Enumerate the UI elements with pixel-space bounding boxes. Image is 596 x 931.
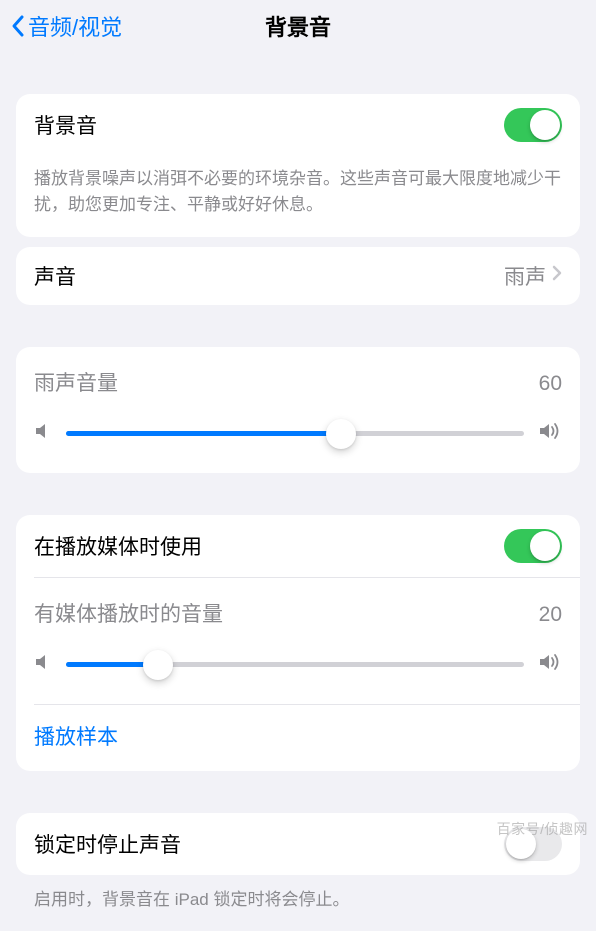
background-sound-row: 背景音 (16, 94, 580, 156)
media-volume-value: 20 (539, 603, 562, 627)
sound-value: 雨声 (504, 261, 546, 291)
play-sample-row[interactable]: 播放样本 (16, 705, 580, 771)
chevron-right-icon (552, 265, 562, 286)
background-sound-toggle[interactable] (504, 108, 562, 142)
background-sound-group: 背景音 播放背景噪声以消弭不必要的环境杂音。这些声音可最大限度地减少干扰，助您更… (16, 94, 580, 237)
lock-stop-group: 锁定时停止声音 (16, 813, 580, 875)
back-label: 音频/视觉 (28, 10, 122, 42)
rain-volume-slider[interactable] (66, 419, 524, 449)
lock-stop-description: 启用时，背景音在 iPad 锁定时将会停止。 (16, 875, 580, 931)
use-with-media-row: 在播放媒体时使用 (16, 515, 580, 577)
navigation-bar: 音频/视觉 背景音 (0, 0, 596, 52)
lock-stop-label: 锁定时停止声音 (34, 829, 181, 859)
sound-label: 声音 (34, 261, 76, 291)
use-with-media-label: 在播放媒体时使用 (34, 531, 202, 561)
rain-volume-value: 60 (539, 372, 562, 396)
media-volume-label: 有媒体播放时的音量 (34, 598, 223, 628)
volume-high-icon (538, 421, 562, 446)
use-with-media-toggle[interactable] (504, 529, 562, 563)
rain-volume-group: 雨声音量 60 (16, 347, 580, 473)
rain-volume-label: 雨声音量 (34, 367, 118, 397)
background-sound-description: 播放背景噪声以消弭不必要的环境杂音。这些声音可最大限度地减少干扰，助您更加专注、… (16, 156, 580, 237)
back-button[interactable]: 音频/视觉 (10, 10, 122, 42)
chevron-left-icon (10, 14, 26, 38)
lock-stop-row: 锁定时停止声音 (16, 813, 580, 875)
background-sound-label: 背景音 (34, 110, 97, 140)
sound-selection-group: 声音 雨声 (16, 247, 580, 305)
volume-high-icon (538, 652, 562, 677)
watermark: 百家号/侦趣网 (497, 819, 588, 839)
page-title: 背景音 (265, 10, 331, 42)
sound-row[interactable]: 声音 雨声 (16, 247, 580, 305)
play-sample-link: 播放样本 (34, 726, 118, 749)
volume-low-icon (34, 652, 52, 677)
volume-low-icon (34, 421, 52, 446)
media-volume-slider[interactable] (66, 650, 524, 680)
media-playback-group: 在播放媒体时使用 有媒体播放时的音量 20 (16, 515, 580, 771)
